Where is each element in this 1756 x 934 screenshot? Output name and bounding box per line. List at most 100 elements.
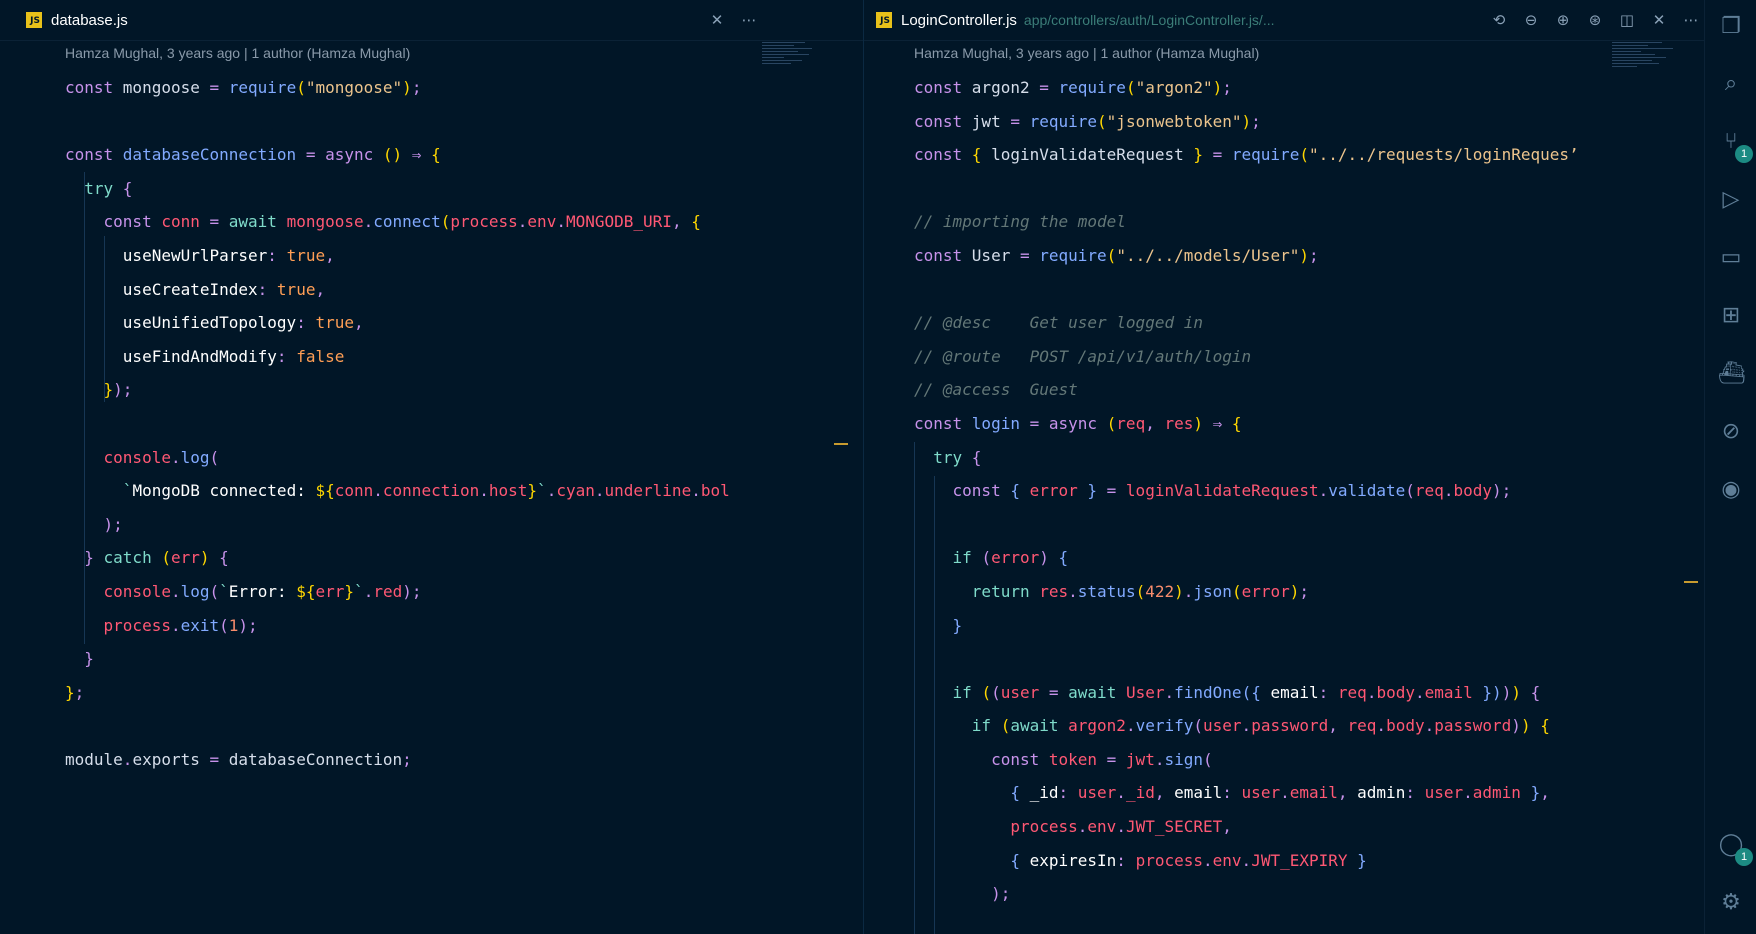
code-line[interactable]: process.exit(1); bbox=[65, 609, 755, 643]
tab-database-js[interactable]: JS database.js bbox=[0, 0, 128, 40]
code-token: red bbox=[373, 581, 403, 601]
code-token: ` bbox=[537, 481, 547, 501]
code-token: { bbox=[1010, 481, 1030, 501]
code-line[interactable]: const User = require("../../models/User"… bbox=[914, 239, 1652, 273]
docker-icon[interactable]: ⛴ bbox=[1718, 361, 1746, 387]
code-line[interactable]: if (await argon2.verify(user.password, r… bbox=[914, 709, 1652, 743]
code-token: body bbox=[1386, 716, 1425, 736]
code-line[interactable]: ); bbox=[914, 877, 1652, 911]
code-line[interactable]: const argon2 = require("argon2"); bbox=[914, 71, 1652, 105]
code-line[interactable]: console.log( bbox=[65, 441, 755, 475]
code-line[interactable]: const mongoose = require("mongoose"); bbox=[65, 71, 755, 105]
git-lens-icon[interactable]: ⊛ bbox=[1586, 11, 1604, 29]
code-line[interactable]: try { bbox=[914, 441, 1652, 475]
code-line[interactable]: } bbox=[65, 642, 755, 676]
search-icon[interactable]: ⌕ bbox=[1718, 71, 1744, 97]
git-blame-annotation[interactable]: Hamza Mughal, 3 years ago | 1 author (Ha… bbox=[914, 45, 1259, 61]
extensions-icon[interactable]: ⊞ bbox=[1718, 303, 1744, 329]
tab-login-controller-js[interactable]: JS LoginController.js app/controllers/au… bbox=[864, 0, 1275, 40]
code-line[interactable]: const { loginValidateRequest } = require… bbox=[914, 138, 1652, 172]
code-token: const bbox=[914, 245, 972, 265]
code-line[interactable]: // @desc Get user logged in bbox=[914, 306, 1652, 340]
code-line[interactable]: ); bbox=[65, 508, 755, 542]
code-line[interactable]: module.exports = databaseConnection; bbox=[65, 743, 755, 777]
split-editor-icon[interactable]: ◫ bbox=[1618, 11, 1636, 29]
code-line[interactable]: // @route POST /api/v1/auth/login bbox=[914, 340, 1652, 374]
code-line[interactable]: } bbox=[914, 609, 1652, 643]
code-token: ) bbox=[1212, 78, 1223, 97]
code-token: . bbox=[1241, 716, 1252, 736]
code-token: loginValidateRequest bbox=[1125, 481, 1319, 501]
code-line[interactable]: const databaseConnection = async () ⇒ { bbox=[65, 138, 755, 172]
code-line[interactable]: try { bbox=[65, 172, 755, 206]
code-token: = bbox=[1048, 682, 1069, 702]
more-actions-icon[interactable]: ⋯ bbox=[740, 11, 758, 29]
close-tab-icon[interactable]: ✕ bbox=[708, 11, 726, 29]
more-actions-icon[interactable]: ⋯ bbox=[1682, 11, 1700, 29]
spotify-icon[interactable]: ◉ bbox=[1718, 477, 1744, 503]
git-blame-annotation[interactable]: Hamza Mughal, 3 years ago | 1 author (Ha… bbox=[65, 45, 410, 61]
code-line[interactable]: // @access Guest bbox=[914, 373, 1652, 407]
code-editor-left[interactable]: const mongoose = require("mongoose"); co… bbox=[65, 71, 755, 776]
run-and-debug-icon[interactable]: ▷ bbox=[1718, 187, 1744, 213]
code-line[interactable]: const token = jwt.sign( bbox=[914, 743, 1652, 777]
code-token: try bbox=[84, 178, 123, 198]
code-line[interactable]: { _id: user._id, email: user.email, admi… bbox=[914, 776, 1652, 810]
code-line[interactable] bbox=[914, 508, 1652, 542]
remote-explorer-icon[interactable]: ▭ bbox=[1718, 245, 1744, 271]
code-token: ); bbox=[402, 581, 422, 601]
code-line[interactable] bbox=[65, 105, 755, 139]
code-token: } bbox=[1357, 850, 1367, 870]
code-token: validate bbox=[1328, 481, 1406, 501]
code-token: () bbox=[382, 145, 412, 165]
explorer-icon[interactable]: ❐ bbox=[1718, 14, 1744, 40]
previous-change-icon[interactable]: ⊖ bbox=[1522, 11, 1540, 29]
code-line[interactable]: if (error) { bbox=[914, 541, 1652, 575]
code-token: . bbox=[363, 212, 374, 232]
code-token: async bbox=[1048, 413, 1107, 433]
code-line[interactable]: process.env.JWT_SECRET, bbox=[914, 810, 1652, 844]
next-change-icon[interactable]: ⊕ bbox=[1554, 11, 1572, 29]
code-line[interactable]: useUnifiedTopology: true, bbox=[65, 306, 755, 340]
code-token: ( bbox=[1231, 581, 1242, 601]
code-line[interactable] bbox=[65, 709, 755, 743]
code-line[interactable]: return res.status(422).json(error); bbox=[914, 575, 1652, 609]
code-line[interactable]: const jwt = require("jsonwebtoken"); bbox=[914, 105, 1652, 139]
code-line[interactable]: // importing the model bbox=[914, 205, 1652, 239]
code-line[interactable]: useCreateIndex: true, bbox=[65, 273, 755, 307]
code-token: loginValidateRequest bbox=[991, 145, 1194, 165]
code-line[interactable]: useFindAndModify: false bbox=[65, 340, 755, 374]
code-line[interactable]: if ((user = await User.findOne({ email: … bbox=[914, 676, 1652, 710]
code-line[interactable]: }; bbox=[65, 676, 755, 710]
code-line[interactable] bbox=[914, 172, 1652, 206]
minimap-left[interactable] bbox=[762, 42, 834, 92]
code-line[interactable]: `MongoDB connected: ${conn.connection.ho… bbox=[65, 474, 755, 508]
code-line[interactable] bbox=[914, 642, 1652, 676]
close-tab-icon[interactable]: ✕ bbox=[1650, 11, 1668, 29]
code-editor-right[interactable]: const argon2 = require("argon2"); const j… bbox=[914, 71, 1652, 911]
scrollbar-change-marker bbox=[834, 443, 848, 445]
settings-gear-icon[interactable]: ⚙ bbox=[1718, 890, 1744, 916]
code-line[interactable]: const { error } = loginValidateRequest.v… bbox=[914, 474, 1652, 508]
code-token: log bbox=[180, 447, 210, 467]
open-changes-icon[interactable]: ⟲ bbox=[1490, 11, 1508, 29]
minimap-right[interactable] bbox=[1612, 42, 1684, 92]
code-line[interactable]: } catch (err) { bbox=[65, 541, 755, 575]
code-line[interactable]: console.log(`Error: ${err}`.red); bbox=[65, 575, 755, 609]
code-line[interactable]: useNewUrlParser: true, bbox=[65, 239, 755, 273]
code-token: User bbox=[1125, 682, 1165, 702]
tab-label: database.js bbox=[51, 11, 128, 29]
code-line[interactable] bbox=[65, 407, 755, 441]
code-token: const bbox=[103, 212, 162, 232]
code-token: . bbox=[479, 481, 489, 501]
code-line[interactable]: const login = async (req, res) ⇒ { bbox=[914, 407, 1652, 441]
git-graph-icon[interactable]: ⊘ bbox=[1718, 419, 1744, 445]
code-token: ) bbox=[1511, 716, 1521, 736]
code-line[interactable] bbox=[914, 273, 1652, 307]
code-line[interactable]: { expiresIn: process.env.JWT_EXPIRY } bbox=[914, 844, 1652, 878]
code-line[interactable]: }); bbox=[65, 373, 755, 407]
code-line[interactable]: const conn = await mongoose.connect(proc… bbox=[65, 205, 755, 239]
code-token: json bbox=[1193, 581, 1232, 601]
